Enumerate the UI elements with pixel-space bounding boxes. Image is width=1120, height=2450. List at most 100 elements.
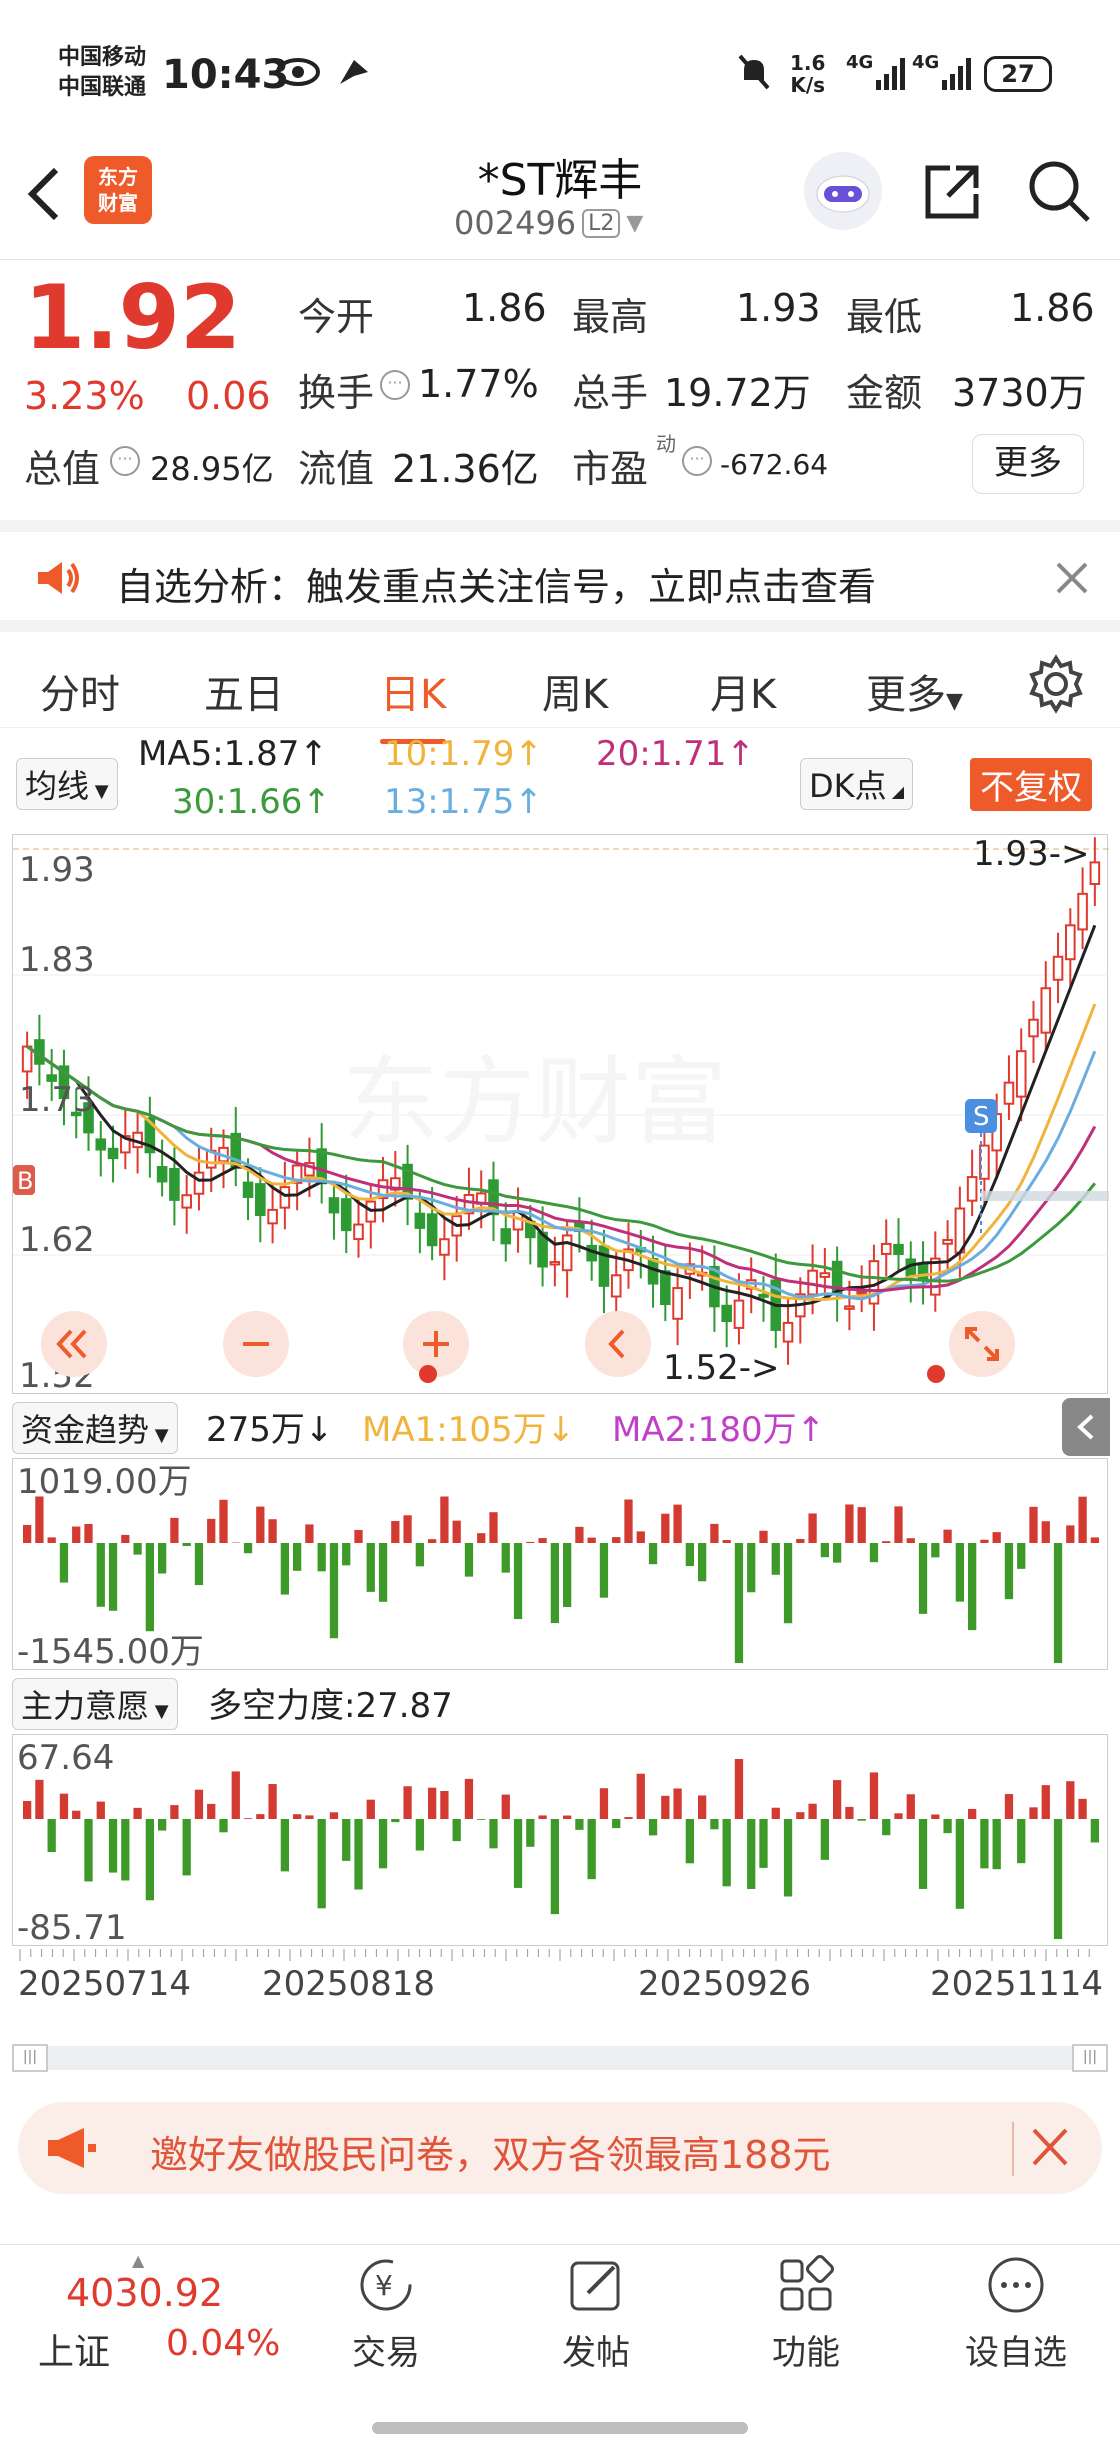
indicator-bar: [783, 1819, 793, 1897]
indicator-bar: [23, 1525, 32, 1543]
indicator-bar: [464, 1778, 474, 1819]
main-force-selector[interactable]: 主力意愿 ▼: [12, 1678, 178, 1730]
candlestick-chart[interactable]: 东方财富 1.93 1.83 1.73 1.62 1.52 1.93-> 1.5…: [12, 834, 1109, 1396]
open-value: 1.86: [462, 286, 547, 330]
scroll-left-button[interactable]: [585, 1311, 651, 1377]
index-value[interactable]: 4030.92: [66, 2271, 223, 2315]
ma20-value: 20:1.71↑: [596, 734, 755, 774]
zoom-out-button[interactable]: [223, 1311, 289, 1377]
nav-add-watchlist-label: 设自选: [965, 2333, 1067, 2373]
fund-trend-selector[interactable]: 资金趋势 ▼: [12, 1402, 178, 1454]
close-icon[interactable]: [1052, 558, 1092, 602]
indicator-bar: [329, 1543, 339, 1639]
battery-indicator: 27: [984, 56, 1052, 92]
adjust-button[interactable]: 不复权: [970, 758, 1092, 811]
candle: [966, 1149, 978, 1216]
sell-marker-label: S: [973, 1102, 990, 1132]
info-icon[interactable]: ···: [682, 446, 712, 476]
indicator-bar: [636, 1531, 645, 1543]
event-dot: [927, 1365, 945, 1383]
nav-post[interactable]: 发帖: [516, 2255, 676, 2374]
index-name[interactable]: 上证: [38, 2323, 110, 2375]
indicator-bar: [513, 1819, 523, 1888]
search-icon[interactable]: [1026, 158, 1092, 228]
indicator-bar: [182, 1819, 191, 1876]
nav-trade[interactable]: ¥ 交易: [306, 2255, 466, 2374]
candle: [488, 1161, 499, 1242]
home-indicator[interactable]: [372, 2422, 748, 2434]
notice-bar[interactable]: 自选分析：触发重点关注信号，立即点击查看: [0, 520, 1120, 620]
promo-text: 邀好友做股民问卷，双方各领最高188元: [150, 2133, 831, 2177]
pe-value: -672.64: [720, 448, 829, 481]
tab-monthly-k[interactable]: 月K: [710, 662, 776, 720]
indicator-bar: [489, 1512, 498, 1543]
fund-trend-chart[interactable]: 1019.00万 -1545.00万: [12, 1458, 1108, 1672]
indicator-bar: [526, 1541, 535, 1543]
ma-selector[interactable]: 均线 ▼: [16, 758, 118, 810]
indicator-bar: [72, 1810, 81, 1819]
level2-badge: L2: [582, 208, 621, 238]
indicator-bar: [894, 1506, 903, 1543]
scrollbar-right-handle[interactable]: |||: [1072, 2044, 1108, 2072]
scrollbar-left-handle[interactable]: |||: [12, 2044, 48, 2072]
candle: [218, 1129, 229, 1189]
indicator-bar: [636, 1773, 645, 1819]
indicator-bar: [685, 1819, 694, 1864]
dk-point-selector[interactable]: DK点 ◢: [800, 758, 914, 810]
indicator-bar: [820, 1543, 829, 1558]
mute-icon: [734, 52, 774, 96]
nav-functions[interactable]: 功能: [726, 2255, 886, 2374]
indicator-bar: [194, 1543, 204, 1586]
quote-panel: 1.92 3.23% 0.06 今开 1.86 最高 1.93 最低 1.86 …: [0, 262, 1120, 517]
back-icon[interactable]: [24, 164, 64, 239]
stock-header: 东方 财富 *ST辉丰 002496 L2 ▼: [0, 140, 1120, 260]
promo-banner[interactable]: 邀好友做股民问卷，双方各领最高188元: [18, 2102, 1102, 2194]
volume-label: 总手: [572, 371, 649, 415]
indicator-bar: [293, 1814, 302, 1819]
indicator-bar: [280, 1543, 289, 1595]
tab-intraday[interactable]: 分时: [40, 662, 120, 720]
speaker-icon: [34, 558, 82, 602]
stock-code-selector[interactable]: 002496 L2 ▼: [454, 204, 643, 242]
main-force-svg: 67.64 -85.71: [17, 1738, 1099, 1948]
ma10-value: 10:1.79↑: [384, 734, 543, 774]
indicator-bar: [145, 1543, 154, 1632]
share-icon[interactable]: [920, 160, 984, 228]
collapse-panel-button[interactable]: [1062, 1398, 1110, 1456]
info-icon[interactable]: ···: [380, 370, 410, 400]
indicator-bar: [219, 1819, 228, 1833]
chart-range-scrollbar[interactable]: ||| |||: [12, 2044, 1108, 2072]
date-label-3: 20250926: [638, 1964, 812, 2004]
main-force-chart[interactable]: 67.64 -85.71: [12, 1734, 1108, 1948]
grid-icon: [780, 2255, 834, 2311]
indicator-bar: [563, 1543, 572, 1608]
info-icon[interactable]: ···: [110, 446, 140, 476]
indicator-bar: [820, 1819, 829, 1860]
tab-more[interactable]: 更多▼: [866, 662, 963, 720]
open-label: 今开: [298, 295, 375, 339]
fullscreen-button[interactable]: [949, 1311, 1015, 1377]
high-label: 最高: [572, 295, 649, 339]
promo-close-icon[interactable]: [1012, 2122, 1072, 2176]
indicator-bar: [428, 1539, 437, 1543]
index-change[interactable]: 0.04%: [166, 2323, 280, 2364]
tab-five-day[interactable]: 五日: [204, 662, 284, 720]
robot-assistant-icon[interactable]: [804, 152, 882, 230]
indicator-bar: [305, 1524, 314, 1543]
zoom-in-button[interactable]: [403, 1311, 469, 1377]
indicator-bar: [1053, 1543, 1063, 1663]
tab-weekly-k[interactable]: 周K: [542, 662, 608, 720]
scroll-left-fast-button[interactable]: [41, 1311, 107, 1377]
amount-value: 3730万: [952, 371, 1087, 415]
more-button[interactable]: 更多: [972, 434, 1084, 494]
nav-add-watchlist[interactable]: 设自选: [936, 2255, 1096, 2374]
eastmoney-logo[interactable]: 东方 财富: [84, 156, 152, 224]
indicator-bar: [1017, 1819, 1026, 1864]
indicator-bar: [734, 1759, 744, 1819]
settings-gear-icon[interactable]: [1026, 654, 1086, 718]
indicator-bar: [747, 1543, 756, 1593]
indicator-bar: [108, 1819, 118, 1873]
indicator-bar: [796, 1812, 805, 1819]
fund-y-bottom: -1545.00万: [17, 1632, 204, 1671]
tab-daily-k[interactable]: 日K: [380, 662, 447, 744]
